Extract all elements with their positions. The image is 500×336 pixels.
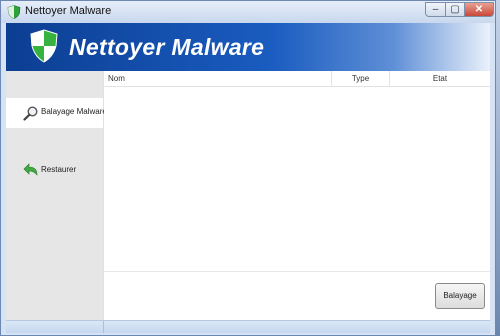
maximize-button[interactable]: ▢ xyxy=(445,2,465,17)
shield-icon xyxy=(7,5,21,19)
sidebar-item-balayage-malware[interactable]: Balayage Malware xyxy=(6,98,107,128)
app-window: Nettoyer Malware – ▢ ✕ Nettoyer Malware … xyxy=(0,0,496,336)
sidebar-item-restaurer[interactable]: Restaurer xyxy=(6,156,103,186)
action-panel: Balayage xyxy=(104,271,490,321)
magnifier-icon xyxy=(23,106,38,121)
sidebar-item-label: Restaurer xyxy=(41,165,77,174)
header-banner: Nettoyer Malware xyxy=(6,23,490,71)
results-table: Nom Type Etat xyxy=(104,71,490,271)
column-header-etat[interactable]: Etat xyxy=(390,71,490,86)
sidebar: Balayage Malware Restaurer xyxy=(6,71,107,320)
close-button[interactable]: ✕ xyxy=(464,2,494,17)
sidebar-item-label: Balayage Malware xyxy=(41,107,107,116)
status-bar xyxy=(6,320,490,333)
scan-button[interactable]: Balayage xyxy=(435,283,485,309)
window-title: Nettoyer Malware xyxy=(25,5,112,17)
title-bar[interactable]: Nettoyer Malware – ▢ ✕ xyxy=(1,1,495,23)
shield-logo-icon xyxy=(30,29,58,63)
table-header: Nom Type Etat xyxy=(104,71,490,87)
desktop-background xyxy=(496,0,500,336)
status-bar-divider xyxy=(103,321,104,333)
restore-arrow-icon xyxy=(23,163,38,176)
column-header-type[interactable]: Type xyxy=(332,71,390,86)
banner-title: Nettoyer Malware xyxy=(69,34,265,60)
minimize-button[interactable]: – xyxy=(425,2,446,17)
column-header-nom[interactable]: Nom xyxy=(104,71,332,86)
